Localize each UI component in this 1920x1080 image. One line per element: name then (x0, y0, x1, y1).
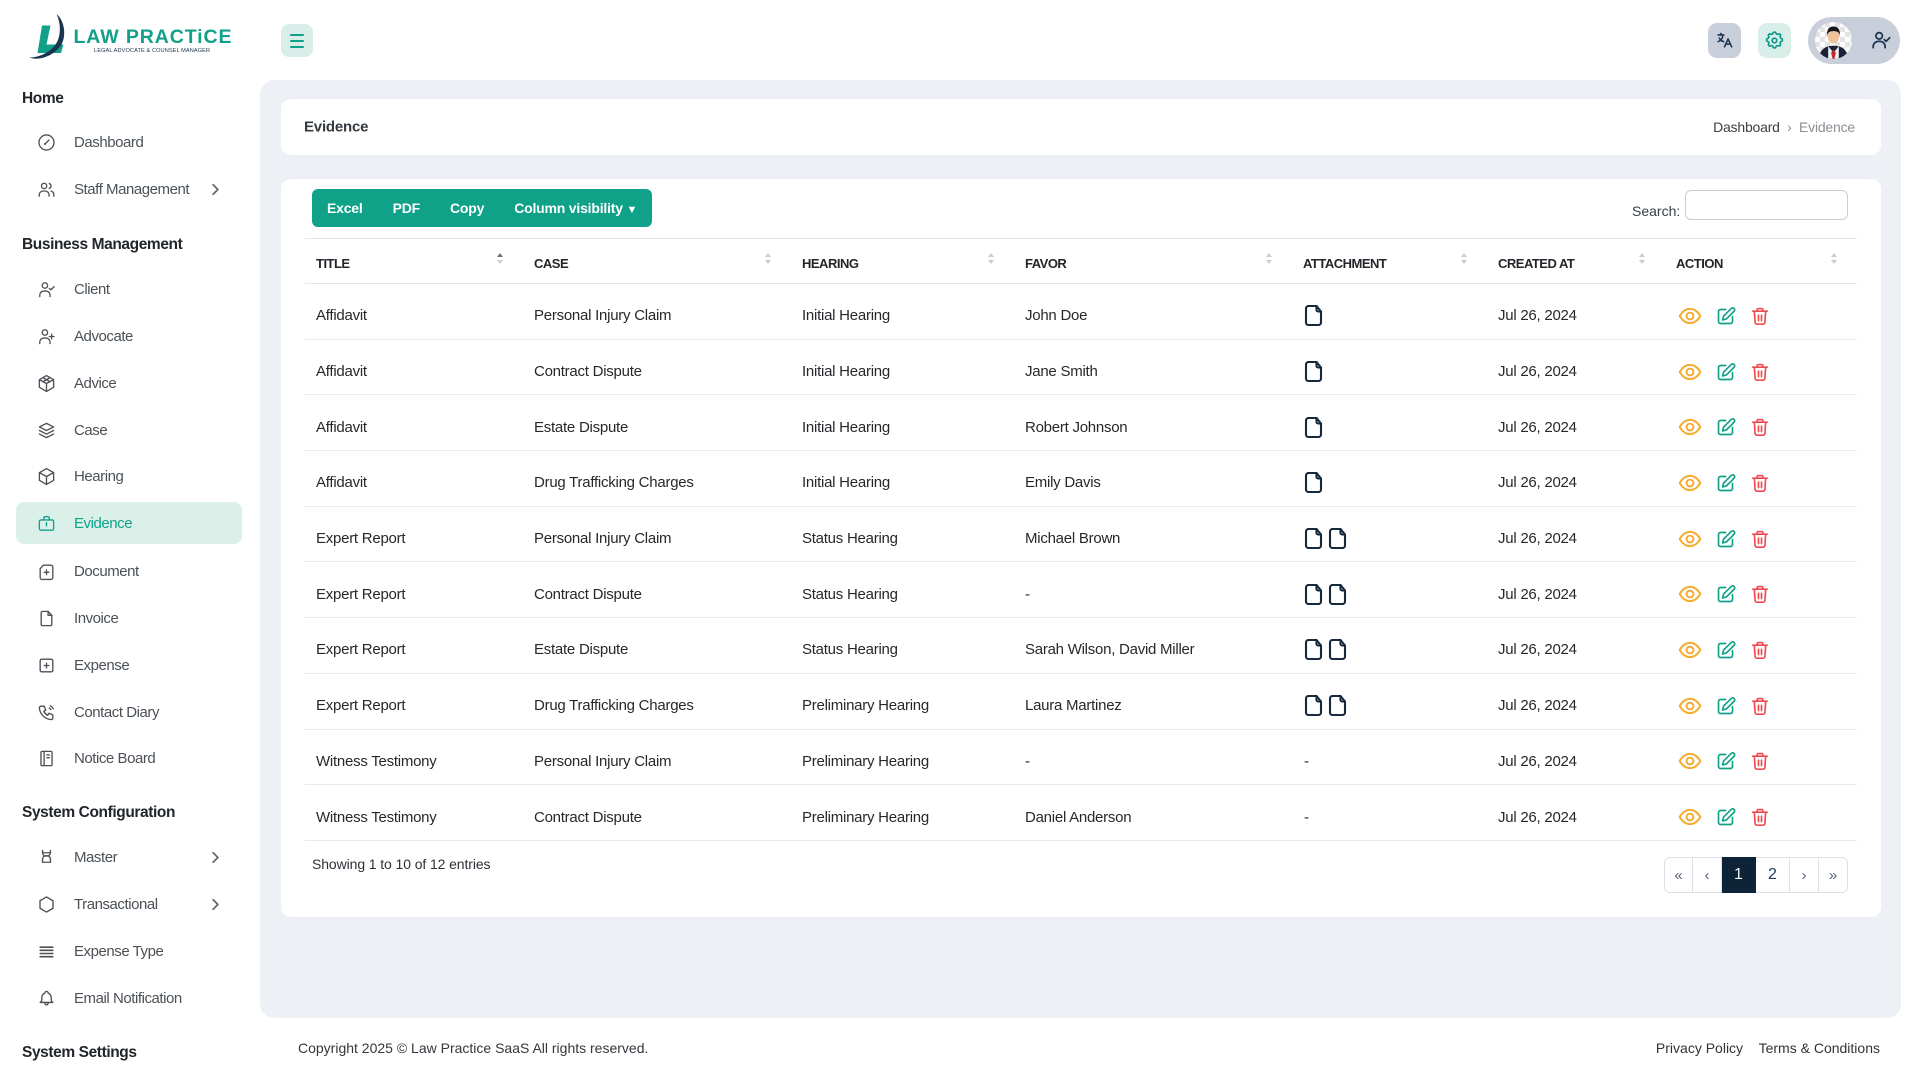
svg-text:LEGAL ADVOCATE & COUNSEL MANAG: LEGAL ADVOCATE & COUNSEL MANAGER (94, 48, 210, 54)
svg-text:LAW PRACTiCE: LAW PRACTiCE (74, 26, 233, 48)
